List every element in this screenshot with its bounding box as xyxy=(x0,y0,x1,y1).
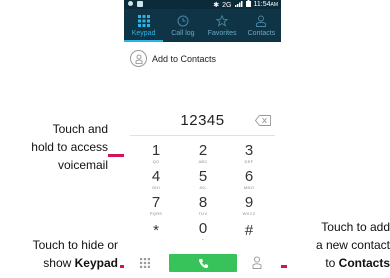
voicemail-callout: Touch and hold to access voicemail xyxy=(0,120,108,174)
add-to-contacts-label: Add to Contacts xyxy=(152,53,217,64)
key-2-letters: ABC xyxy=(198,159,208,164)
add-to-contacts-button[interactable]: Add to Contacts xyxy=(130,50,216,67)
add-new-contact-icon[interactable] xyxy=(252,256,262,269)
tab-keypad[interactable]: Keypad xyxy=(124,9,164,42)
phone-icon xyxy=(198,258,208,268)
person-icon xyxy=(256,15,267,27)
key-1-digit: 1 xyxy=(151,142,161,159)
call-button[interactable] xyxy=(169,254,237,272)
tab-call-log-label: Call log xyxy=(171,30,195,37)
tab-contacts[interactable]: Contacts xyxy=(242,9,281,42)
key-1[interactable]: 1 QO xyxy=(141,142,171,165)
key-3-digit: 3 xyxy=(244,142,254,159)
contacts-callout-prefix: to xyxy=(325,256,339,270)
key-6-digit: 6 xyxy=(244,168,254,185)
key-4-letters: GHI xyxy=(151,185,160,190)
keypad-callout-line-1: Touch to hide or xyxy=(32,238,118,252)
voicemail-callout-line-1: Touch and xyxy=(52,122,108,136)
dialed-number-row: 12345 xyxy=(124,112,281,130)
key-6[interactable]: 6 MNO xyxy=(234,168,264,191)
contacts-callout-line-1: Touch to add xyxy=(321,220,390,234)
key-0-digit: 0 xyxy=(198,220,208,237)
key-5-letters: JKL xyxy=(199,185,207,190)
phone-screen: ✱ 2G 11:54AM Keypad Call log Favorites C… xyxy=(124,0,281,278)
contacts-callout: Touch to add a new contact to Contacts xyxy=(286,218,390,272)
backspace-icon[interactable] xyxy=(255,115,271,126)
tab-bar: Keypad Call log Favorites Contacts xyxy=(124,9,281,42)
keypad-toggle-icon[interactable] xyxy=(140,258,150,268)
key-3[interactable]: 3 DEF xyxy=(234,142,264,165)
add-contact-icon xyxy=(130,50,147,67)
contacts-callout-bold: Contacts xyxy=(338,256,390,270)
keypad-callout-bold: Keypad xyxy=(74,256,118,270)
key-8-digit: 8 xyxy=(198,194,208,211)
key-hash[interactable]: # xyxy=(234,223,264,239)
tab-favorites-label: Favorites xyxy=(207,30,237,37)
key-hash-digit: # xyxy=(244,222,254,239)
key-0-letters: + xyxy=(201,237,205,242)
key-7-digit: 7 xyxy=(151,194,161,211)
contacts-callout-line-2: a new contact xyxy=(315,238,390,252)
key-9[interactable]: 9 WXYZ xyxy=(234,194,264,217)
notification-icon xyxy=(128,1,133,6)
key-8-letters: TUV xyxy=(198,211,208,216)
key-star-digit: * xyxy=(153,222,159,239)
keypad-callout: Touch to hide or show Keypad xyxy=(0,236,118,272)
key-4-digit: 4 xyxy=(151,168,161,185)
key-5[interactable]: 5 JKL xyxy=(188,168,218,191)
status-left-icons xyxy=(128,0,143,7)
star-icon xyxy=(216,15,229,27)
key-2[interactable]: 2 ABC xyxy=(188,142,218,165)
contacts-callout-line-3: to Contacts xyxy=(286,254,390,272)
key-9-letters: WXYZ xyxy=(242,211,256,216)
keypad-callout-line-2: show Keypad xyxy=(0,254,118,272)
voicemail-callout-line-2: hold to access xyxy=(31,140,108,154)
image-notification-icon xyxy=(137,1,143,7)
key-7[interactable]: 7 PQRS xyxy=(141,194,171,217)
key-1-letters: QO xyxy=(152,159,160,164)
clock-icon xyxy=(177,15,189,27)
key-4[interactable]: 4 GHI xyxy=(141,168,171,191)
number-divider xyxy=(130,135,275,136)
tab-favorites[interactable]: Favorites xyxy=(203,9,242,42)
key-8[interactable]: 8 TUV xyxy=(188,194,218,217)
status-bar: ✱ 2G 11:54AM xyxy=(124,0,281,9)
dialer-bottom-bar xyxy=(124,250,281,275)
key-6-letters: MNO xyxy=(243,185,255,190)
key-9-digit: 9 xyxy=(244,194,254,211)
tab-keypad-label: Keypad xyxy=(131,30,156,37)
key-3-letters: DEF xyxy=(244,159,254,164)
tab-call-log[interactable]: Call log xyxy=(163,9,202,42)
clock-time-value: 11:54 xyxy=(253,1,271,8)
key-2-digit: 2 xyxy=(198,142,208,159)
clock-ampm: AM xyxy=(270,2,279,8)
tab-contacts-label: Contacts xyxy=(247,30,276,37)
keypad-callout-prefix: show xyxy=(43,256,75,270)
keypad-grid-icon xyxy=(137,15,150,27)
key-star[interactable]: * xyxy=(141,223,171,239)
key-5-digit: 5 xyxy=(198,168,208,185)
voicemail-callout-line-3: voicemail xyxy=(57,158,108,172)
key-7-letters: PQRS xyxy=(149,211,163,216)
key-0[interactable]: 0 + xyxy=(188,220,218,243)
